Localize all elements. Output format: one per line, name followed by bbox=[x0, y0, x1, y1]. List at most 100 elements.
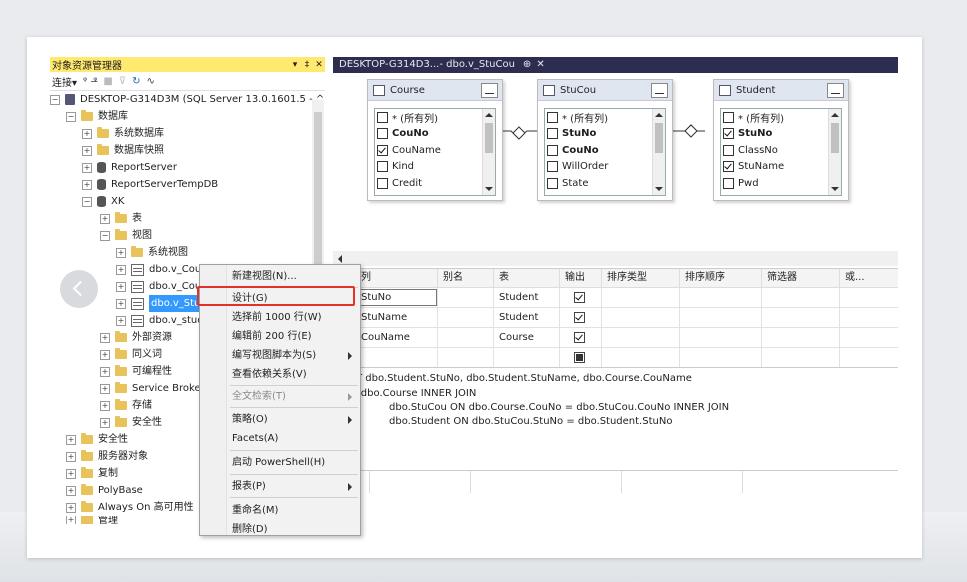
output-checkbox[interactable] bbox=[574, 292, 585, 303]
menu-item-reports[interactable]: 报表(P) bbox=[200, 477, 360, 496]
grid-cell-output[interactable] bbox=[560, 308, 602, 327]
grid-row[interactable]: CouName Course bbox=[333, 328, 898, 348]
connect-button[interactable]: 连接▾ bbox=[52, 74, 77, 89]
diagram-column[interactable]: * (所有列) bbox=[375, 109, 495, 126]
column-checkbox[interactable] bbox=[547, 144, 558, 156]
grid-cell-sort-order[interactable] bbox=[680, 328, 762, 347]
diagram-column[interactable]: * (所有列) bbox=[545, 109, 665, 126]
expand-icon[interactable]: + bbox=[100, 366, 110, 377]
scroll-up-icon[interactable] bbox=[485, 113, 493, 117]
expand-icon[interactable]: + bbox=[66, 516, 76, 524]
column-checkbox[interactable] bbox=[723, 177, 734, 189]
collapse-icon[interactable]: − bbox=[66, 111, 76, 122]
tab-view-designer[interactable]: DESKTOP-G314D3...- dbo.v_StuCou ⊕ ✕ bbox=[335, 57, 549, 73]
connect-icon[interactable]: ᵠ bbox=[83, 76, 87, 87]
disconnect-icon[interactable]: ᵠ̶ bbox=[93, 76, 97, 87]
grid-cell-output[interactable] bbox=[560, 288, 602, 307]
scroll-left-icon[interactable] bbox=[338, 255, 342, 263]
grid-cell-alias[interactable] bbox=[438, 328, 494, 347]
column-checkbox[interactable] bbox=[723, 128, 734, 140]
expand-icon[interactable]: + bbox=[66, 485, 76, 496]
grid-row[interactable] bbox=[333, 348, 898, 368]
menu-item-policies[interactable]: 策略(O) bbox=[200, 410, 360, 429]
diagram-column[interactable]: WillOrder bbox=[545, 159, 665, 176]
scroll-down-icon[interactable] bbox=[655, 187, 663, 191]
grid-cell-sort-type[interactable] bbox=[602, 308, 680, 327]
pin-icon[interactable]: ‡ bbox=[301, 60, 313, 70]
grid-row[interactable]: StuName Student bbox=[333, 308, 898, 328]
column-checkbox[interactable] bbox=[377, 144, 388, 156]
output-checkbox[interactable] bbox=[574, 312, 585, 323]
diagram-table-0[interactable]: Course * (所有列) CouNo CouName Kind Credit bbox=[367, 79, 503, 201]
column-checkbox[interactable] bbox=[547, 177, 558, 189]
column-list-scrollbar[interactable] bbox=[828, 109, 841, 195]
tree-node-snapshots[interactable]: + 数据库快照 bbox=[50, 142, 325, 159]
tree-node-server[interactable]: − DESKTOP-G314D3M (SQL Server 13.0.1601.5… bbox=[50, 91, 325, 108]
expand-icon[interactable]: + bbox=[66, 434, 76, 445]
previous-slide-arrow-icon[interactable] bbox=[60, 270, 98, 308]
minimize-icon[interactable] bbox=[651, 82, 668, 98]
grid-cell-filter[interactable] bbox=[762, 288, 840, 307]
output-checkbox[interactable] bbox=[574, 332, 585, 343]
diagram-table-header[interactable]: Student bbox=[714, 80, 848, 101]
expand-icon[interactable]: + bbox=[66, 451, 76, 462]
diagram-column[interactable]: StuNo bbox=[721, 126, 841, 143]
column-checkbox[interactable] bbox=[723, 111, 734, 123]
column-checkbox[interactable] bbox=[377, 128, 388, 140]
menu-item-edit-top[interactable]: 编辑前 200 行(E) bbox=[200, 327, 360, 346]
close-icon[interactable]: ✕ bbox=[313, 60, 325, 70]
diagram-table-header[interactable]: Course bbox=[368, 80, 502, 101]
diagram-column[interactable]: CouNo bbox=[375, 126, 495, 143]
grid-cell-alias[interactable] bbox=[438, 288, 494, 307]
grid-cell-or[interactable] bbox=[840, 348, 885, 367]
collapse-icon[interactable]: − bbox=[100, 230, 110, 241]
expand-icon[interactable]: + bbox=[116, 281, 126, 292]
stop-icon[interactable]: ■ bbox=[103, 76, 112, 87]
tree-node-xk[interactable]: − XK bbox=[50, 193, 325, 210]
grid-cell-column[interactable]: StuName bbox=[356, 308, 438, 327]
pin-icon[interactable]: ⊕ bbox=[523, 59, 531, 70]
menu-item-facets[interactable]: Facets(A) bbox=[200, 429, 360, 448]
expand-icon[interactable]: + bbox=[82, 128, 92, 139]
collapse-icon[interactable]: − bbox=[50, 94, 60, 105]
collapse-icon[interactable]: − bbox=[82, 196, 92, 207]
tree-node-tables[interactable]: + 表 bbox=[50, 210, 325, 227]
scroll-up-icon[interactable] bbox=[655, 113, 663, 117]
grid-cell-sort-type[interactable] bbox=[602, 328, 680, 347]
grid-cell-column[interactable]: CouName bbox=[356, 328, 438, 347]
output-checkbox[interactable] bbox=[574, 352, 585, 363]
expand-icon[interactable]: + bbox=[66, 468, 76, 479]
menu-item-rename[interactable]: 重命名(M) bbox=[200, 501, 360, 520]
scrollbar-thumb[interactable] bbox=[655, 123, 663, 153]
grid-cell-or[interactable] bbox=[840, 308, 885, 327]
diagram-column[interactable]: State bbox=[545, 175, 665, 192]
grid-cell-alias[interactable] bbox=[438, 348, 494, 367]
column-checkbox[interactable] bbox=[377, 177, 388, 189]
menu-item-script-as[interactable]: 编写视图脚本为(S) bbox=[200, 346, 360, 365]
expand-icon[interactable]: + bbox=[116, 298, 126, 309]
tree-node-system-views[interactable]: + 系统视图 bbox=[50, 244, 325, 261]
grid-cell-sort-order[interactable] bbox=[680, 308, 762, 327]
tree-node-system-db[interactable]: + 系统数据库 bbox=[50, 125, 325, 142]
expand-icon[interactable]: + bbox=[100, 400, 110, 411]
grid-cell-sort-type[interactable] bbox=[602, 348, 680, 367]
minimize-icon[interactable] bbox=[827, 82, 844, 98]
diagram-horizontal-scrollbar[interactable] bbox=[333, 251, 898, 266]
column-checkbox[interactable] bbox=[547, 111, 558, 123]
grid-cell-sort-order[interactable] bbox=[680, 348, 762, 367]
tree-node-reportservertemp[interactable]: + ReportServerTempDB bbox=[50, 176, 325, 193]
expand-icon[interactable]: + bbox=[116, 315, 126, 326]
column-checkbox[interactable] bbox=[723, 161, 734, 173]
expand-icon[interactable]: + bbox=[100, 332, 110, 343]
grid-cell-or[interactable] bbox=[840, 328, 885, 347]
dropdown-icon[interactable]: ▾ bbox=[289, 60, 301, 70]
grid-cell-output[interactable] bbox=[560, 348, 602, 367]
scroll-up-icon[interactable] bbox=[831, 113, 839, 117]
column-checkbox[interactable] bbox=[723, 144, 734, 156]
diagram-table-header[interactable]: StuCou bbox=[538, 80, 672, 101]
scroll-down-icon[interactable] bbox=[485, 187, 493, 191]
column-checkbox[interactable] bbox=[377, 161, 388, 173]
menu-item-delete[interactable]: 删除(D) bbox=[200, 520, 360, 535]
refresh-icon[interactable]: ↻ bbox=[132, 76, 140, 87]
grid-cell-column[interactable]: StuNo bbox=[356, 288, 438, 307]
